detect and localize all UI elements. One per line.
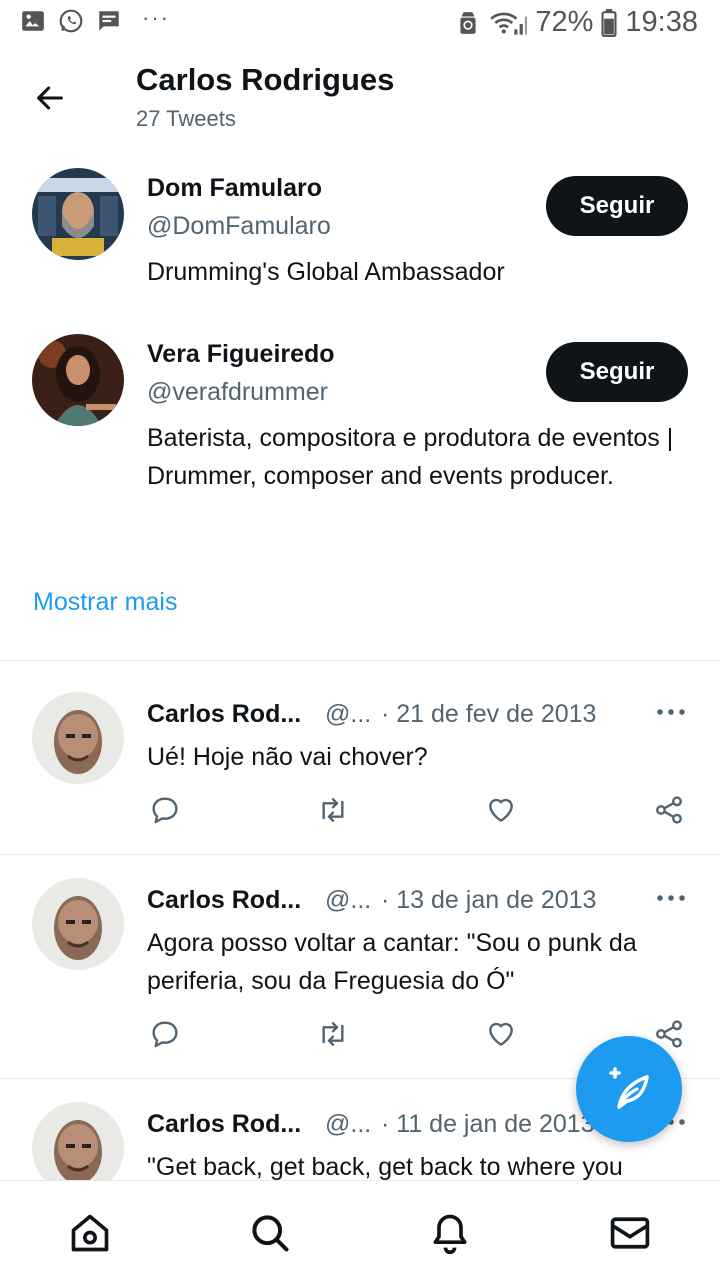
compose-feather-icon [609, 1067, 649, 1109]
tweet-header: Carlos Rod... @... · 13 de jan de 2013 [147, 886, 667, 920]
nav-notifications[interactable] [426, 1209, 474, 1257]
tweet-author-handle: @... [325, 886, 372, 914]
page-title: Carlos Rodrigues [136, 62, 395, 97]
account-name[interactable]: Dom Famularo [147, 174, 322, 203]
tweet-date[interactable]: · 11 de jan de 2013 [381, 1110, 595, 1139]
divider [0, 660, 720, 661]
more-notifications-indicator: ··· [142, 5, 170, 30]
reply-button[interactable] [147, 792, 183, 828]
account-handle: @DomFamularo [147, 212, 331, 240]
avatar[interactable] [32, 334, 124, 426]
mail-icon [610, 1217, 650, 1249]
avatar[interactable] [32, 878, 124, 970]
back-button[interactable] [28, 76, 72, 120]
more-options-button[interactable] [654, 886, 688, 910]
whatsapp-notification-icon [59, 9, 83, 33]
heart-icon [489, 1022, 513, 1046]
tweet[interactable]: Carlos Rod... @... · 21 de fev de 2013 U… [0, 672, 720, 854]
tweet-date[interactable]: · 21 de fev de 2013 [381, 700, 596, 729]
reply-icon [152, 1021, 178, 1048]
tweet-author-handle: @... [325, 700, 372, 728]
wifi-signal-icon [490, 12, 528, 35]
heart-icon [489, 798, 513, 822]
account-bio: Drumming's Global Ambassador [147, 258, 505, 286]
share-icon [656, 796, 682, 824]
compose-tweet-button[interactable] [576, 1036, 682, 1142]
bottom-navigation [0, 1180, 720, 1280]
suggested-account[interactable]: Dom Famularo @DomFamularo Seguir Drummin… [0, 168, 720, 298]
avatar[interactable] [32, 168, 124, 260]
suggested-account[interactable]: Vera Figueiredo @verafdrummer Seguir Bat… [0, 334, 720, 534]
tweet-header: Carlos Rod... @... · 21 de fev de 2013 [147, 700, 667, 734]
avatar[interactable] [32, 1102, 124, 1180]
tweet-author-handle: @... [325, 1110, 372, 1138]
arrow-left-icon [37, 86, 63, 110]
tweet-author-name[interactable]: Carlos Rod... [147, 1110, 301, 1139]
tweet-count: 27 Tweets [136, 106, 236, 131]
retweet-icon [322, 798, 344, 822]
tweet-author-name[interactable]: Carlos Rod... [147, 700, 301, 729]
bell-icon [433, 1214, 467, 1255]
account-name[interactable]: Vera Figueiredo [147, 340, 335, 369]
tweet-text: Agora posso voltar a cantar: "Sou o punk… [147, 929, 637, 995]
tweet-actions [147, 792, 707, 832]
show-more-link[interactable]: Mostrar mais [33, 588, 177, 617]
clock: 19:38 [625, 6, 698, 38]
more-horizontal-icon [657, 895, 685, 901]
more-options-button[interactable] [654, 700, 688, 724]
reply-icon [152, 797, 178, 824]
status-bar: ··· 72% 19:38 [0, 0, 720, 48]
more-horizontal-icon [657, 709, 685, 715]
tweet-text: Ué! Hoje não vai chover? [147, 743, 428, 771]
message-notification-icon [99, 11, 119, 31]
retweet-button[interactable] [315, 792, 351, 828]
gallery-notification-icon [22, 11, 44, 31]
like-button[interactable] [483, 792, 519, 828]
nav-messages[interactable] [606, 1209, 654, 1257]
divider [0, 854, 720, 855]
retweet-icon [322, 1022, 344, 1046]
battery-percent: 72% [535, 6, 594, 38]
tweet-text: "Get back, get back, get back to where y… [147, 1153, 623, 1180]
battery-icon [601, 8, 617, 37]
follow-button[interactable]: Seguir [546, 342, 688, 402]
account-bio: Baterista, compositora e produtora de ev… [147, 424, 674, 490]
nav-search[interactable] [246, 1209, 294, 1257]
profile-header: Carlos Rodrigues 27 Tweets [0, 48, 720, 148]
tweet-author-name[interactable]: Carlos Rod... [147, 886, 301, 915]
search-icon [252, 1215, 289, 1252]
account-handle: @verafdrummer [147, 378, 328, 406]
tweet-date[interactable]: · 13 de jan de 2013 [381, 886, 596, 915]
avatar[interactable] [32, 692, 124, 784]
reply-button[interactable] [147, 1016, 183, 1052]
follow-button[interactable]: Seguir [546, 176, 688, 236]
retweet-button[interactable] [315, 1016, 351, 1052]
nav-home[interactable] [66, 1209, 114, 1257]
share-button[interactable] [651, 792, 687, 828]
home-icon [71, 1214, 109, 1252]
like-button[interactable] [483, 1016, 519, 1052]
recycle-icon [460, 11, 476, 34]
